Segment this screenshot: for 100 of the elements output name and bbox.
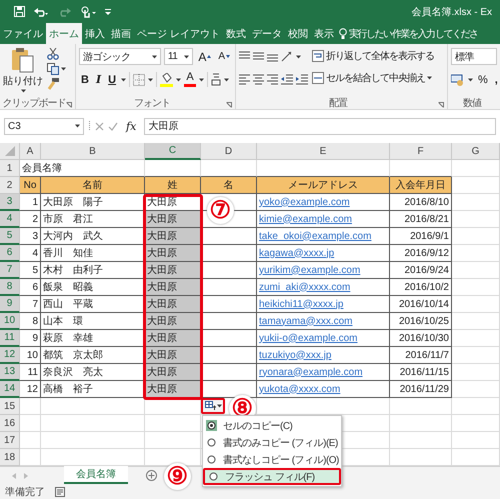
caret-icon[interactable] <box>61 67 66 71</box>
wrap-text-button[interactable]: 折り返して全体を表示する <box>312 47 434 65</box>
table-cell: 2016/9/12 <box>390 245 452 262</box>
autofill-options-button[interactable] <box>201 398 225 414</box>
ribbon-tab[interactable]: 数式 <box>222 23 249 44</box>
table-cell: 高橋 裕子 <box>41 381 145 398</box>
ribbon-tab[interactable]: ページ レイアウト <box>134 23 223 44</box>
table-cell: 2016/10/30 <box>390 330 452 347</box>
menu-item[interactable]: 書式のみコピー (フィル)(E) <box>203 434 341 451</box>
row-header: 10 <box>0 313 20 330</box>
macro-record-icon[interactable] <box>55 486 65 496</box>
table-cell: 9 <box>20 330 41 347</box>
align-icon[interactable] <box>239 74 250 85</box>
font-color-button[interactable]: A <box>184 71 196 88</box>
caret-icon[interactable] <box>427 76 432 80</box>
ribbon-tab[interactable]: 表示 <box>310 23 337 44</box>
touch-icon[interactable] <box>80 6 96 18</box>
email-link[interactable]: kagawa@xxxx.jp <box>259 248 334 258</box>
paste-button[interactable]: 貼り付け <box>3 47 43 97</box>
caret-icon[interactable] <box>176 78 182 82</box>
menu-item[interactable]: フラッシュ フィル(F) <box>203 468 341 485</box>
caret-icon[interactable] <box>296 54 301 58</box>
menu-item[interactable]: 書式なしコピー (フィル)(O) <box>203 451 341 468</box>
scissors-icon[interactable] <box>47 48 59 60</box>
orientation-icon[interactable] <box>281 51 293 62</box>
email-link[interactable]: take_okoi@example.com <box>259 230 372 242</box>
font-name-field[interactable]: 游ゴシック <box>79 48 161 65</box>
align-icon[interactable] <box>253 74 264 85</box>
email-link[interactable]: kimie@example.com <box>259 214 352 224</box>
launcher-icon[interactable] <box>438 102 444 108</box>
ribbon-tab[interactable]: ファイル <box>0 23 46 44</box>
row-header: 1 <box>0 160 20 177</box>
email-link[interactable]: yukota@xxxx.com <box>259 384 340 394</box>
formula-field[interactable]: 大田原 <box>144 118 496 134</box>
undo-icon[interactable] <box>34 6 48 16</box>
name-box[interactable]: C3 <box>4 118 84 134</box>
caret-icon[interactable] <box>468 78 473 82</box>
clipboard-icon <box>11 47 35 73</box>
email-link[interactable]: yurikim@example.com <box>259 264 360 276</box>
paintbrush-icon[interactable] <box>47 78 59 90</box>
email-link[interactable]: tamayama@xxx.com <box>259 316 353 326</box>
align-icon[interactable] <box>267 74 278 85</box>
percent-button[interactable]: % <box>476 71 490 88</box>
insert-function-button[interactable]: fx <box>122 120 140 132</box>
number-format-field[interactable]: 標準 <box>451 48 497 65</box>
caret-icon[interactable] <box>199 78 204 82</box>
table-cell: 8 <box>20 313 41 330</box>
customize-icon[interactable] <box>105 8 111 14</box>
add-sheet-icon[interactable] <box>146 470 157 481</box>
bold-button[interactable]: B <box>79 71 91 88</box>
shrink-font-button[interactable]: A <box>216 48 232 65</box>
fill-color-icon[interactable] <box>160 72 174 86</box>
caret-icon[interactable] <box>216 404 222 408</box>
sheet-tab[interactable]: 会員名簿 <box>64 466 128 484</box>
email-link[interactable]: yoko@example.com <box>259 196 350 208</box>
italic-button[interactable]: I <box>94 71 104 88</box>
caret-icon[interactable] <box>184 54 190 58</box>
phonetic-icon[interactable] <box>211 73 222 86</box>
table-cell: 2 <box>20 211 41 228</box>
email-link[interactable]: yukii-o@example.com <box>259 332 358 344</box>
caret-icon[interactable] <box>20 89 26 93</box>
ribbon-tab[interactable]: ホーム <box>46 23 82 44</box>
launcher-icon[interactable] <box>226 102 232 108</box>
currency-icon[interactable] <box>451 74 465 86</box>
table-header: No <box>20 177 41 194</box>
merge-center-button[interactable]: セルを結合して中央揃え <box>312 69 434 87</box>
table-header: メールアドレス <box>257 177 390 194</box>
tell-me-field[interactable]: 実行したい作業を入力してくださ <box>338 23 478 44</box>
table-cell: 7 <box>20 296 41 313</box>
launcher-icon[interactable] <box>66 102 72 108</box>
grow-font-button[interactable]: A <box>196 48 214 65</box>
vertical-align-icon[interactable] <box>253 51 264 62</box>
email-link[interactable]: ryonara@example.com <box>259 366 363 378</box>
increase-indent-icon[interactable] <box>296 74 308 85</box>
ribbon-tab[interactable]: データ <box>248 23 285 44</box>
email-link[interactable]: zumi_aki@xxxx.com <box>259 282 350 292</box>
email-link[interactable]: tuzukiyo@xxx.jp <box>259 350 332 360</box>
caret-icon[interactable] <box>152 54 157 58</box>
comma-button[interactable]: , <box>492 71 500 88</box>
underline-button[interactable]: U <box>106 71 118 88</box>
email-link[interactable]: heikichi11@xxxx.jp <box>259 298 344 310</box>
table-cell: 市原 君江 <box>41 211 145 228</box>
caret-icon[interactable] <box>75 124 80 128</box>
row-header: 13 <box>0 364 20 381</box>
empty-cell <box>390 415 452 432</box>
empty-cell <box>452 432 500 449</box>
border-icon[interactable] <box>133 74 146 86</box>
row-header: 15 <box>0 398 20 415</box>
empty-cell <box>452 398 500 415</box>
caret-icon[interactable] <box>224 78 230 82</box>
decrease-indent-icon[interactable] <box>281 74 293 85</box>
save-icon[interactable] <box>14 6 25 17</box>
ribbon-tab[interactable]: 描画 <box>108 23 134 44</box>
caret-icon[interactable] <box>121 78 126 82</box>
table-cell: 4 <box>20 245 41 262</box>
font-size-field[interactable]: 11 <box>164 48 194 65</box>
caret-icon[interactable] <box>148 78 154 82</box>
ribbon-tab[interactable]: 校閲 <box>284 23 311 44</box>
ribbon-tab[interactable]: 挿入 <box>82 23 108 44</box>
copy-icon[interactable] <box>47 63 59 75</box>
